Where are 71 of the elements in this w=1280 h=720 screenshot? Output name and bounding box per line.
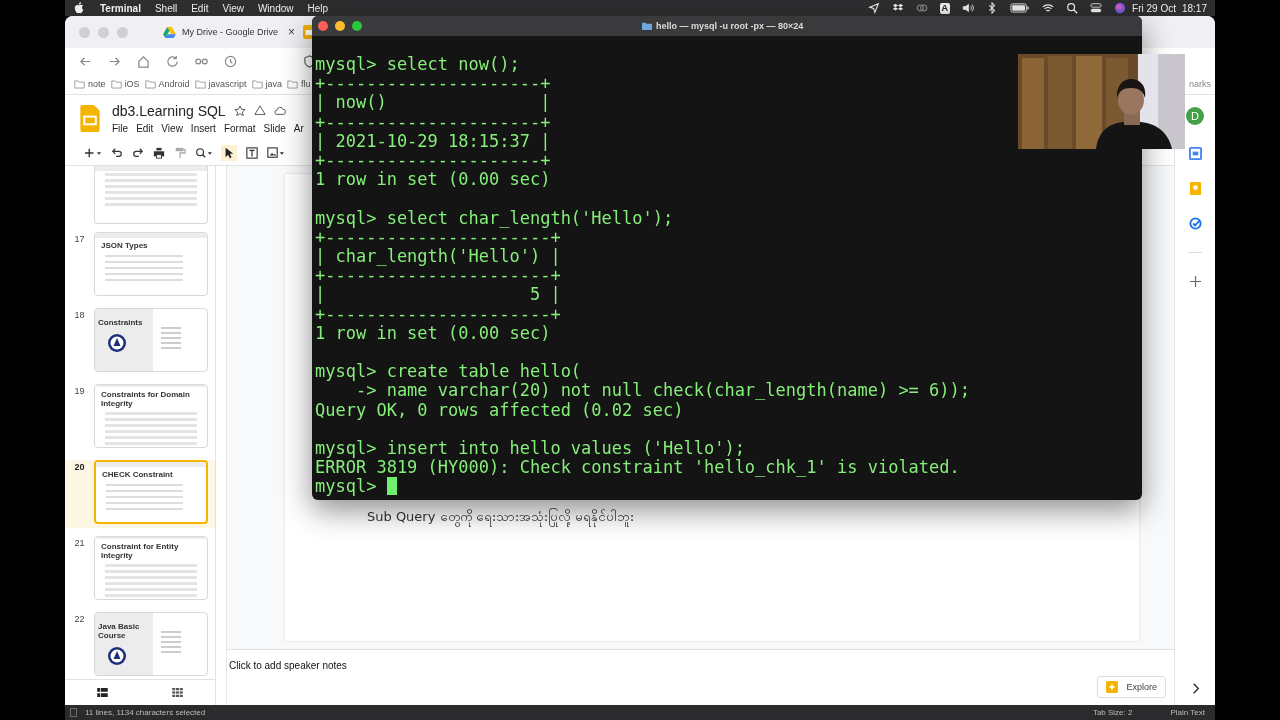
menu-item[interactable]: Shell xyxy=(154,2,178,14)
slide-number: 17 xyxy=(73,233,86,246)
terminal-line: +---------------------+ xyxy=(315,112,551,132)
terminal-line: mysql> insert into hello values ('Hello'); xyxy=(315,439,745,459)
slide-thumbnail[interactable]: Constraint for Entity Integrity xyxy=(94,536,208,600)
terminal-line: +---------------------+ xyxy=(315,74,551,94)
slide-title: Constraints xyxy=(97,317,144,329)
menu-item[interactable]: Window xyxy=(257,2,294,14)
slide-number: 19 xyxy=(73,385,86,398)
menu-item[interactable]: Edit xyxy=(136,122,154,134)
terminal-line: mysql> xyxy=(315,477,397,497)
menu-item[interactable]: Help xyxy=(307,2,329,14)
input-source-indicator[interactable]: A xyxy=(939,2,951,14)
bookmark[interactable]: flu xyxy=(287,79,311,89)
slide-title: Java Basic Course xyxy=(97,621,141,642)
slide-thumbnail[interactable]: JSON Types xyxy=(94,232,208,296)
bookmark[interactable]: java xyxy=(251,79,283,89)
terminal-line: | 5 | xyxy=(315,285,561,305)
menubar-time[interactable]: 18:17 xyxy=(1181,2,1207,14)
slide-title: JSON Types xyxy=(100,240,149,252)
slide-thumbnail[interactable]: Constraints for Domain Integrity xyxy=(94,384,208,448)
menu-item[interactable]: Edit xyxy=(191,2,209,14)
slide-number: 20 xyxy=(73,461,86,474)
terminal-line: mysql> create table hello( xyxy=(315,362,582,382)
tab-size-status[interactable]: Tab Size: 2 xyxy=(1092,708,1133,717)
terminal-line: 1 row in set (0.00 sec) xyxy=(315,170,551,190)
browser-tab[interactable]: My Drive - Google Drive × xyxy=(159,25,299,39)
slide-title: Constraints for Domain Integrity xyxy=(100,389,191,410)
document-title[interactable]: db3.Learning SQL xyxy=(112,102,226,119)
tab-close-button[interactable]: × xyxy=(288,25,295,39)
bookmarks-label[interactable]: narks xyxy=(1189,79,1211,89)
menu-item[interactable]: Format xyxy=(223,122,256,134)
terminal-line: | 2021-10-29 18:15:37 | xyxy=(315,131,551,151)
window-title: hello — mysql -u root -px — 80×24 xyxy=(642,21,804,31)
menu-item[interactable]: Ar xyxy=(293,122,304,134)
tab-title: My Drive - Google Drive xyxy=(182,27,279,37)
menu-item[interactable]: View xyxy=(222,2,244,14)
slide-number: 22 xyxy=(73,613,86,626)
syntax-status[interactable]: Plain Text xyxy=(1170,708,1205,717)
selection-status: 11 lines, 1134 characters selected xyxy=(85,708,206,717)
terminal-line: | char_length('Hello') | xyxy=(315,247,561,267)
slide-thumbnail[interactable]: CHECK Constraint xyxy=(94,460,208,524)
slide-title: CHECK Constraint xyxy=(101,469,174,481)
menubar-date[interactable]: Fri 29 Oct xyxy=(1132,2,1176,14)
terminal-line: Query OK, 0 rows affected (0.02 sec) xyxy=(315,400,684,420)
terminal-line: mysql> select char_length('Hello'); xyxy=(315,208,674,228)
menu-item[interactable]: View xyxy=(161,122,183,134)
terminal-line: +---------------------+ xyxy=(315,151,551,171)
terminal-line: 1 row in set (0.00 sec) xyxy=(315,323,551,344)
terminal-line: ERROR 3819 (HY000): Check constraint 'hello_chk_1' is violated. xyxy=(315,458,960,478)
slide-number: 18 xyxy=(73,309,86,322)
bookmark[interactable]: javascript xyxy=(194,79,247,89)
terminal-line: +----------------------+ xyxy=(315,227,561,247)
bookmark[interactable]: iOS xyxy=(110,79,140,89)
bookmark[interactable]: Android xyxy=(144,79,190,89)
menu-item[interactable]: Slide xyxy=(263,122,286,134)
bookmark[interactable]: note xyxy=(74,79,106,89)
menu-item[interactable]: Terminal xyxy=(100,2,141,14)
terminal-line: | now() | xyxy=(315,93,551,113)
slide-thumbnail[interactable]: Constraints xyxy=(94,308,208,372)
menu-item[interactable]: File xyxy=(112,122,129,134)
terminal-line: +----------------------+ xyxy=(315,266,561,286)
slide-number: 21 xyxy=(73,537,86,550)
speaker-notes-field[interactable]: Click to add speaker notes xyxy=(229,650,529,671)
slide-thumbnail[interactable]: Java Basic Course xyxy=(94,612,208,676)
slide-title: Constraint for Entity Integrity xyxy=(100,541,180,562)
terminal-line: -> name varchar(20) not null check(char_length(name) >= 6)); xyxy=(355,381,971,401)
menu-item[interactable]: Insert xyxy=(190,122,216,134)
terminal-line: mysql> select now(); xyxy=(315,55,520,75)
explore-button[interactable]: Explore xyxy=(1097,676,1166,698)
terminal-line: +----------------------+ xyxy=(315,304,561,324)
